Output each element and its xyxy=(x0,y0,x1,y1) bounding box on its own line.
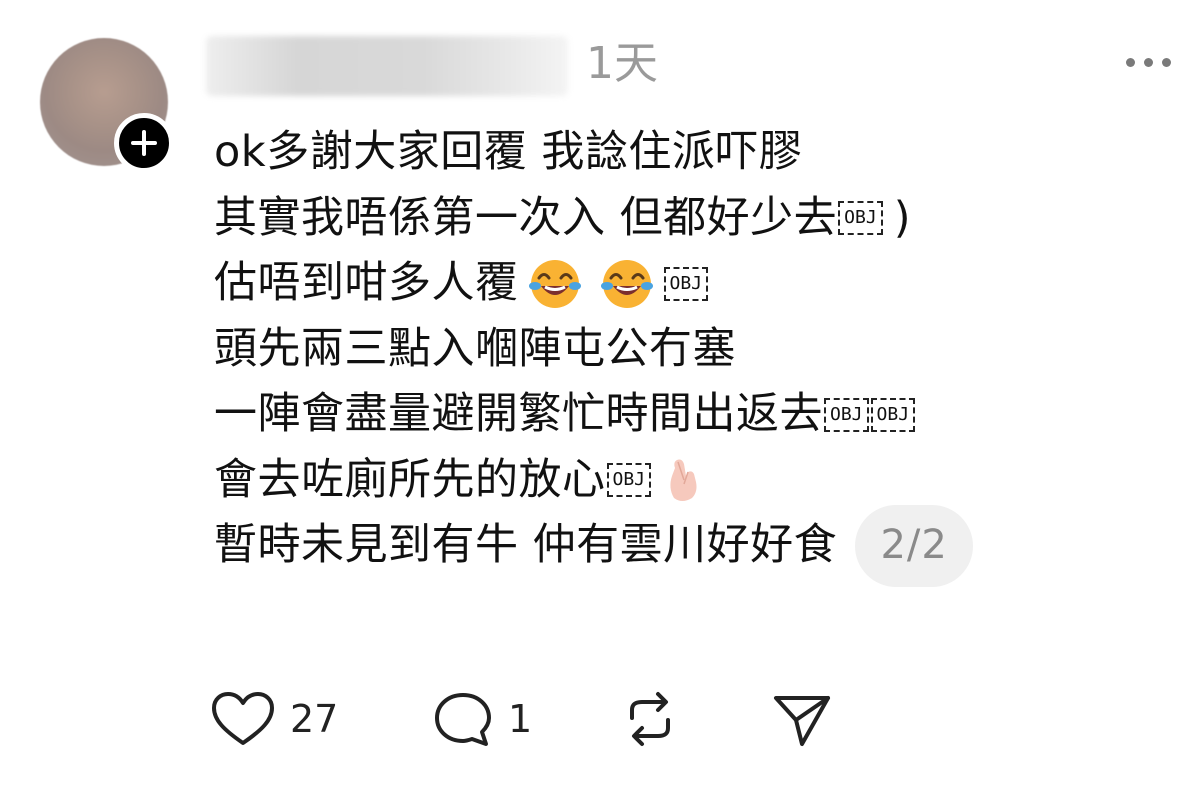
post-line: 估唔到咁多人覆 OBJ xyxy=(214,251,1114,317)
hand-with-index-finger-and-thumb-crossed-emoji xyxy=(670,459,697,502)
obj-placeholder: OBJ xyxy=(663,266,709,301)
like-button[interactable]: 27 xyxy=(210,688,338,750)
obj-placeholder: OBJ xyxy=(870,397,916,432)
page-indicator[interactable]: 2/2 xyxy=(855,504,974,587)
post-line: 會去咗廁所先的放心 OBJ xyxy=(214,448,1114,514)
post-line: 暫時未見到有牛 仲有雲川好好食 2/2 xyxy=(214,504,1114,587)
post-line-text: 其實我唔係第一次入 但都好少去 xyxy=(214,192,838,243)
username[interactable] xyxy=(206,36,568,96)
post-line-text: 會去咗廁所先的放心 xyxy=(214,454,606,505)
obj-placeholder: OBJ xyxy=(824,397,869,432)
share-button[interactable] xyxy=(772,688,832,750)
like-count: 27 xyxy=(290,697,339,741)
post-line-text: 頭先兩三點入嗰陣屯公冇塞 xyxy=(214,323,736,374)
post-line-text: 一陣會盡量避開繁忙時間出返去 xyxy=(214,389,823,439)
comment-bubble-icon xyxy=(435,693,491,746)
face-with-tears-of-joy-emoji xyxy=(528,259,581,308)
obj-placeholder: OBJ xyxy=(838,201,883,236)
post-line-text: 暫時未見到有牛 仲有雲川好好食 xyxy=(214,520,838,570)
post-text: ok多謝大家回覆 我諗住派吓膠 其實我唔係第一次入 但都好少去 OBJ ) 估唔… xyxy=(214,120,1114,587)
heart-icon xyxy=(212,692,274,745)
post-line: 一陣會盡量避開繁忙時間出返去 OBJ OBJ xyxy=(214,382,1114,448)
post-line: 其實我唔係第一次入 但都好少去 OBJ ) xyxy=(214,186,1114,252)
post-line-text: ok多謝大家回覆 我諗住派吓膠 xyxy=(214,127,803,177)
post-line: 頭先兩三點入嗰陣屯公冇塞 xyxy=(214,317,1114,383)
repost-button[interactable] xyxy=(620,688,680,750)
post-timestamp: 1天 xyxy=(586,38,658,89)
repost-icon xyxy=(630,692,670,746)
more-horizontal-icon[interactable] xyxy=(1126,58,1171,67)
send-icon xyxy=(774,696,830,746)
face-with-tears-of-joy-emoji xyxy=(600,259,653,308)
post-line-text: 估唔到咁多人覆 xyxy=(214,258,519,308)
reply-button[interactable]: 1 xyxy=(432,688,532,750)
follow-button[interactable] xyxy=(114,113,174,173)
post-line-suffix: ) xyxy=(893,192,911,243)
post-line: ok多謝大家回覆 我諗住派吓膠 xyxy=(214,120,1114,186)
plus-icon xyxy=(131,130,157,156)
reply-count: 1 xyxy=(508,697,533,741)
obj-placeholder: OBJ xyxy=(606,463,652,498)
